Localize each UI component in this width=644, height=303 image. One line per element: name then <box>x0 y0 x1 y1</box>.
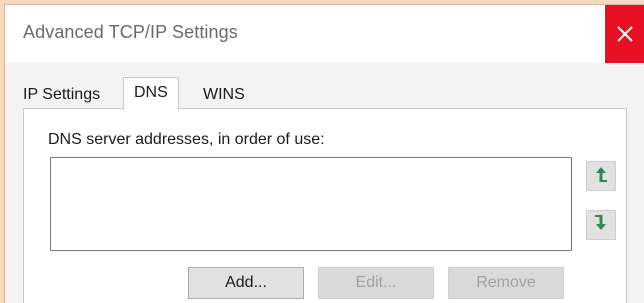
dns-server-list[interactable] <box>50 157 572 251</box>
title-bar: Advanced TCP/IP Settings <box>5 5 644 63</box>
remove-button[interactable]: Remove <box>448 267 564 299</box>
tab-ip-settings[interactable]: IP Settings <box>23 81 100 109</box>
dns-tab-panel: DNS server addresses, in order of use: A… <box>23 108 627 303</box>
close-button[interactable] <box>605 5 644 63</box>
edit-button[interactable]: Edit... <box>318 267 434 299</box>
dns-list-label: DNS server addresses, in order of use: <box>48 131 325 148</box>
move-up-button[interactable] <box>586 161 616 191</box>
tab-dns[interactable]: DNS <box>123 77 179 110</box>
advanced-tcpip-dialog: Advanced TCP/IP Settings IP Settings DNS… <box>4 4 644 303</box>
tab-strip: IP Settings DNS WINS <box>23 77 623 110</box>
arrow-up-icon <box>594 165 608 188</box>
close-icon <box>616 25 634 43</box>
add-button[interactable]: Add... <box>188 267 304 299</box>
window-title: Advanced TCP/IP Settings <box>23 22 238 42</box>
move-down-button[interactable] <box>586 210 616 240</box>
tab-wins[interactable]: WINS <box>203 81 245 109</box>
arrow-down-icon <box>594 214 608 237</box>
